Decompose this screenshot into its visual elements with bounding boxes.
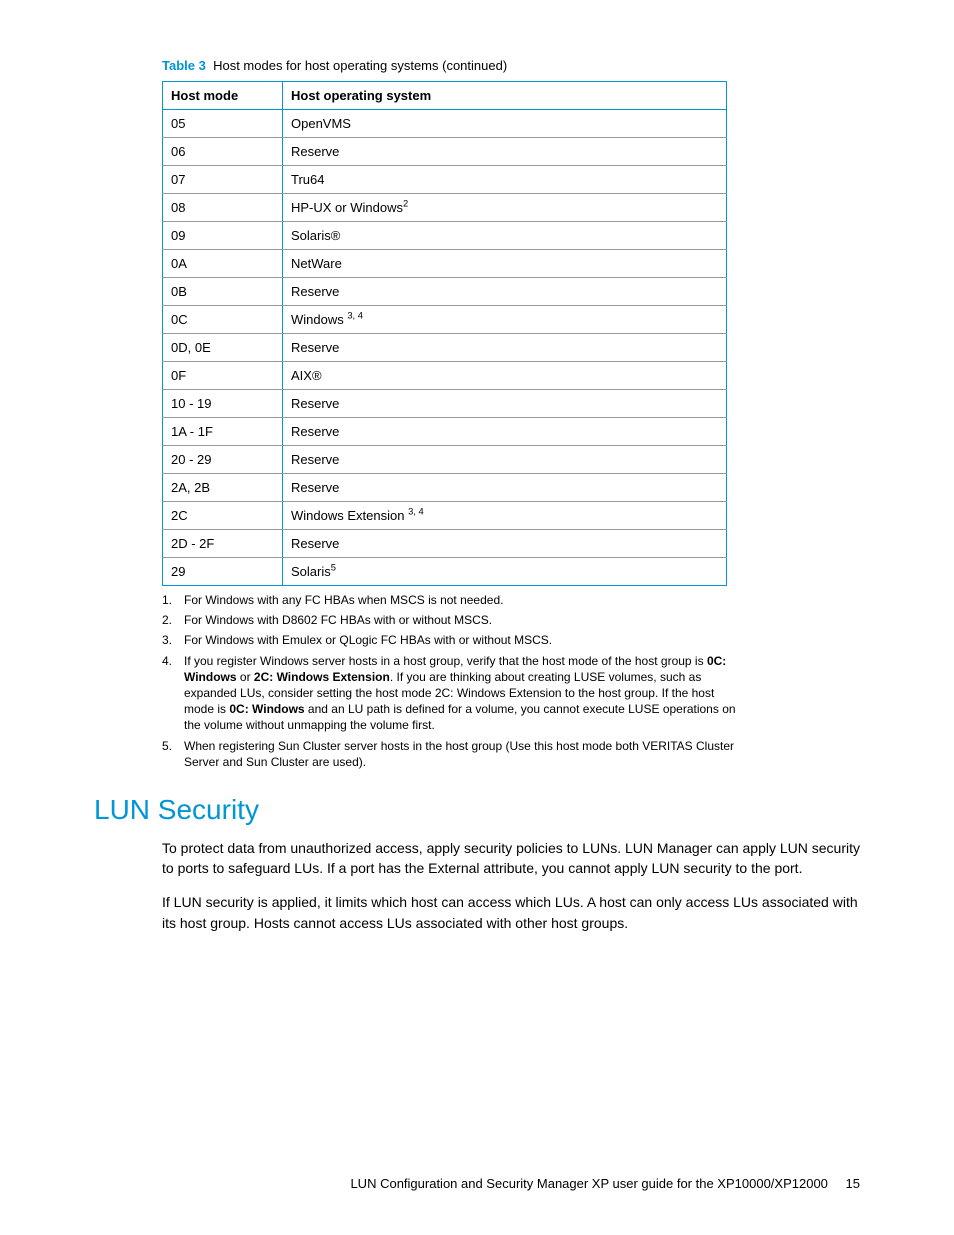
cell-host-os: Windows Extension 3, 4 (283, 502, 727, 530)
cell-host-mode: 09 (163, 222, 283, 250)
footnote-item: 3.For Windows with Emulex or QLogic FC H… (162, 632, 737, 648)
cell-host-mode: 08 (163, 194, 283, 222)
cell-host-mode: 29 (163, 558, 283, 586)
section-para-1: To protect data from unauthorized access… (162, 838, 860, 879)
cell-host-mode: 0C (163, 306, 283, 334)
footnotes: 1.For Windows with any FC HBAs when MSCS… (162, 592, 737, 770)
cell-host-mode: 05 (163, 110, 283, 138)
table-row: 2CWindows Extension 3, 4 (163, 502, 727, 530)
footer-text: LUN Configuration and Security Manager X… (350, 1176, 827, 1191)
cell-host-os: Reserve (283, 530, 727, 558)
cell-host-os: OpenVMS (283, 110, 727, 138)
cell-host-os: NetWare (283, 250, 727, 278)
table-row: 0ANetWare (163, 250, 727, 278)
cell-host-os: Reserve (283, 278, 727, 306)
cell-host-mode: 0B (163, 278, 283, 306)
cell-host-mode: 0A (163, 250, 283, 278)
table-row: 0FAIX® (163, 362, 727, 390)
table-row: 07Tru64 (163, 166, 727, 194)
cell-host-os: Reserve (283, 418, 727, 446)
footer-page-number: 15 (846, 1176, 860, 1191)
table-row: 29Solaris5 (163, 558, 727, 586)
table-caption-text: Host modes for host operating systems (c… (213, 58, 507, 73)
table-caption: Table 3 Host modes for host operating sy… (162, 58, 860, 73)
cell-host-mode: 0D, 0E (163, 334, 283, 362)
cell-host-mode: 2C (163, 502, 283, 530)
host-modes-table: Host mode Host operating system 05OpenVM… (162, 81, 727, 586)
footnote-item: 5.When registering Sun Cluster server ho… (162, 738, 737, 770)
section-para-2: If LUN security is applied, it limits wh… (162, 892, 860, 933)
table-row: 08HP-UX or Windows2 (163, 194, 727, 222)
col-header-os: Host operating system (283, 82, 727, 110)
table-row: 09Solaris® (163, 222, 727, 250)
footnote-item: 2.For Windows with D8602 FC HBAs with or… (162, 612, 737, 628)
table-row: 10 - 19Reserve (163, 390, 727, 418)
cell-host-os: Reserve (283, 446, 727, 474)
table-row: 0D, 0EReserve (163, 334, 727, 362)
cell-host-mode: 07 (163, 166, 283, 194)
table-row: 0BReserve (163, 278, 727, 306)
table-row: 2A, 2BReserve (163, 474, 727, 502)
page-footer: LUN Configuration and Security Manager X… (350, 1176, 860, 1191)
cell-host-mode: 06 (163, 138, 283, 166)
cell-host-os: Reserve (283, 390, 727, 418)
footnote-item: 4.If you register Windows server hosts i… (162, 653, 737, 734)
table-row: 2D - 2FReserve (163, 530, 727, 558)
cell-host-os: Solaris® (283, 222, 727, 250)
cell-host-os: Reserve (283, 138, 727, 166)
table-row: 0CWindows 3, 4 (163, 306, 727, 334)
cell-host-os: Solaris5 (283, 558, 727, 586)
cell-host-os: Reserve (283, 474, 727, 502)
col-header-mode: Host mode (163, 82, 283, 110)
table-row: 06Reserve (163, 138, 727, 166)
cell-host-os: AIX® (283, 362, 727, 390)
cell-host-mode: 20 - 29 (163, 446, 283, 474)
cell-host-mode: 2D - 2F (163, 530, 283, 558)
table-row: 20 - 29Reserve (163, 446, 727, 474)
cell-host-os: Tru64 (283, 166, 727, 194)
table-row: 05OpenVMS (163, 110, 727, 138)
cell-host-mode: 0F (163, 362, 283, 390)
table-row: 1A - 1FReserve (163, 418, 727, 446)
table-number: Table 3 (162, 58, 206, 73)
section-heading: LUN Security (94, 794, 860, 826)
cell-host-mode: 2A, 2B (163, 474, 283, 502)
footnote-item: 1.For Windows with any FC HBAs when MSCS… (162, 592, 737, 608)
cell-host-mode: 1A - 1F (163, 418, 283, 446)
cell-host-mode: 10 - 19 (163, 390, 283, 418)
cell-host-os: Reserve (283, 334, 727, 362)
cell-host-os: HP-UX or Windows2 (283, 194, 727, 222)
cell-host-os: Windows 3, 4 (283, 306, 727, 334)
